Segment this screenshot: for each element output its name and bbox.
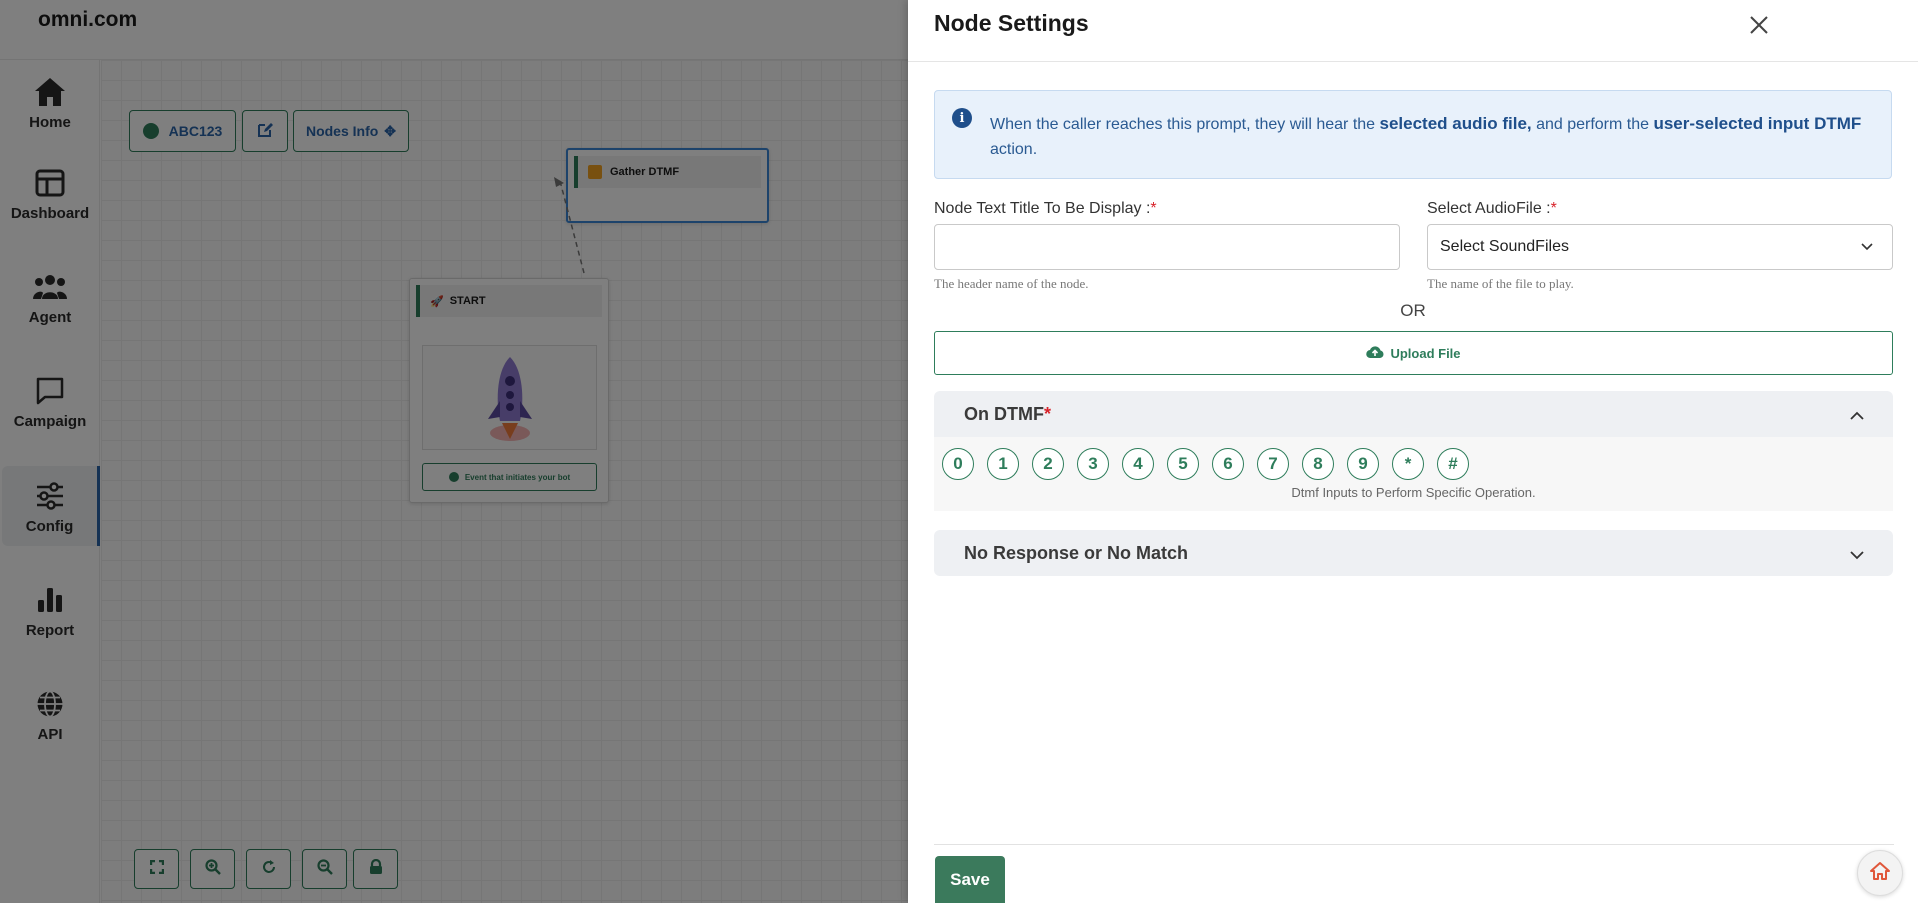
on-dtmf-accordion-header[interactable]: On DTMF * bbox=[934, 391, 1893, 437]
dtmf-key-6[interactable]: 6 bbox=[1212, 448, 1244, 480]
dtmf-key-5[interactable]: 5 bbox=[1167, 448, 1199, 480]
upload-file-button[interactable]: Upload File bbox=[934, 331, 1893, 375]
required-mark: * bbox=[1043, 403, 1051, 424]
no-response-accordion-header[interactable]: No Response or No Match bbox=[934, 530, 1893, 576]
dtmf-key-star[interactable]: * bbox=[1392, 448, 1424, 480]
chevron-down-icon bbox=[1849, 546, 1865, 567]
save-button[interactable]: Save bbox=[935, 856, 1005, 903]
modal-backdrop[interactable] bbox=[0, 0, 908, 903]
dtmf-key-0[interactable]: 0 bbox=[942, 448, 974, 480]
home-fab-button[interactable] bbox=[1857, 850, 1903, 896]
header-divider bbox=[908, 61, 1918, 62]
node-title-hint: The header name of the node. bbox=[934, 276, 1089, 291]
dtmf-key-2[interactable]: 2 bbox=[1032, 448, 1064, 480]
info-icon: i bbox=[952, 108, 972, 128]
node-title-label: Node Text Title To Be Display :* bbox=[934, 200, 1157, 217]
dtmf-key-3[interactable]: 3 bbox=[1077, 448, 1109, 480]
node-title-input[interactable] bbox=[934, 224, 1400, 270]
info-text: When the caller reaches this prompt, the… bbox=[990, 114, 1862, 158]
upload-file-label: Upload File bbox=[1390, 345, 1461, 361]
chevron-down-icon bbox=[1860, 239, 1874, 258]
dtmf-key-1[interactable]: 1 bbox=[987, 448, 1019, 480]
chevron-up-icon bbox=[1849, 407, 1865, 428]
node-settings-panel: Node Settings i When the caller reaches … bbox=[908, 0, 1918, 903]
close-button[interactable] bbox=[1746, 14, 1772, 40]
info-alert: i When the caller reaches this prompt, t… bbox=[934, 90, 1892, 179]
dtmf-key-8[interactable]: 8 bbox=[1302, 448, 1334, 480]
footer-divider bbox=[934, 844, 1894, 845]
no-response-title: No Response or No Match bbox=[964, 542, 1189, 563]
dtmf-key-4[interactable]: 4 bbox=[1122, 448, 1154, 480]
dtmf-key-9[interactable]: 9 bbox=[1347, 448, 1379, 480]
audio-file-label: Select AudioFile :* bbox=[1427, 200, 1557, 217]
dtmf-key-7[interactable]: 7 bbox=[1257, 448, 1289, 480]
on-dtmf-title: On DTMF bbox=[964, 403, 1044, 424]
close-icon bbox=[1749, 15, 1769, 40]
on-dtmf-accordion-body: 0 1 2 3 4 5 6 7 8 9 * # Dtmf Inputs to P… bbox=[934, 437, 1893, 511]
home-icon bbox=[1869, 861, 1891, 886]
panel-title: Node Settings bbox=[934, 10, 1089, 36]
dtmf-key-hash[interactable]: # bbox=[1437, 448, 1469, 480]
audio-file-selected: Select SoundFiles bbox=[1440, 238, 1569, 255]
dtmf-hint: Dtmf Inputs to Perform Specific Operatio… bbox=[1291, 485, 1536, 500]
audio-file-select[interactable]: Select SoundFiles bbox=[1427, 224, 1893, 270]
or-separator: OR bbox=[1400, 301, 1426, 320]
cloud-upload-icon bbox=[1366, 345, 1390, 362]
audio-file-hint: The name of the file to play. bbox=[1427, 276, 1574, 291]
